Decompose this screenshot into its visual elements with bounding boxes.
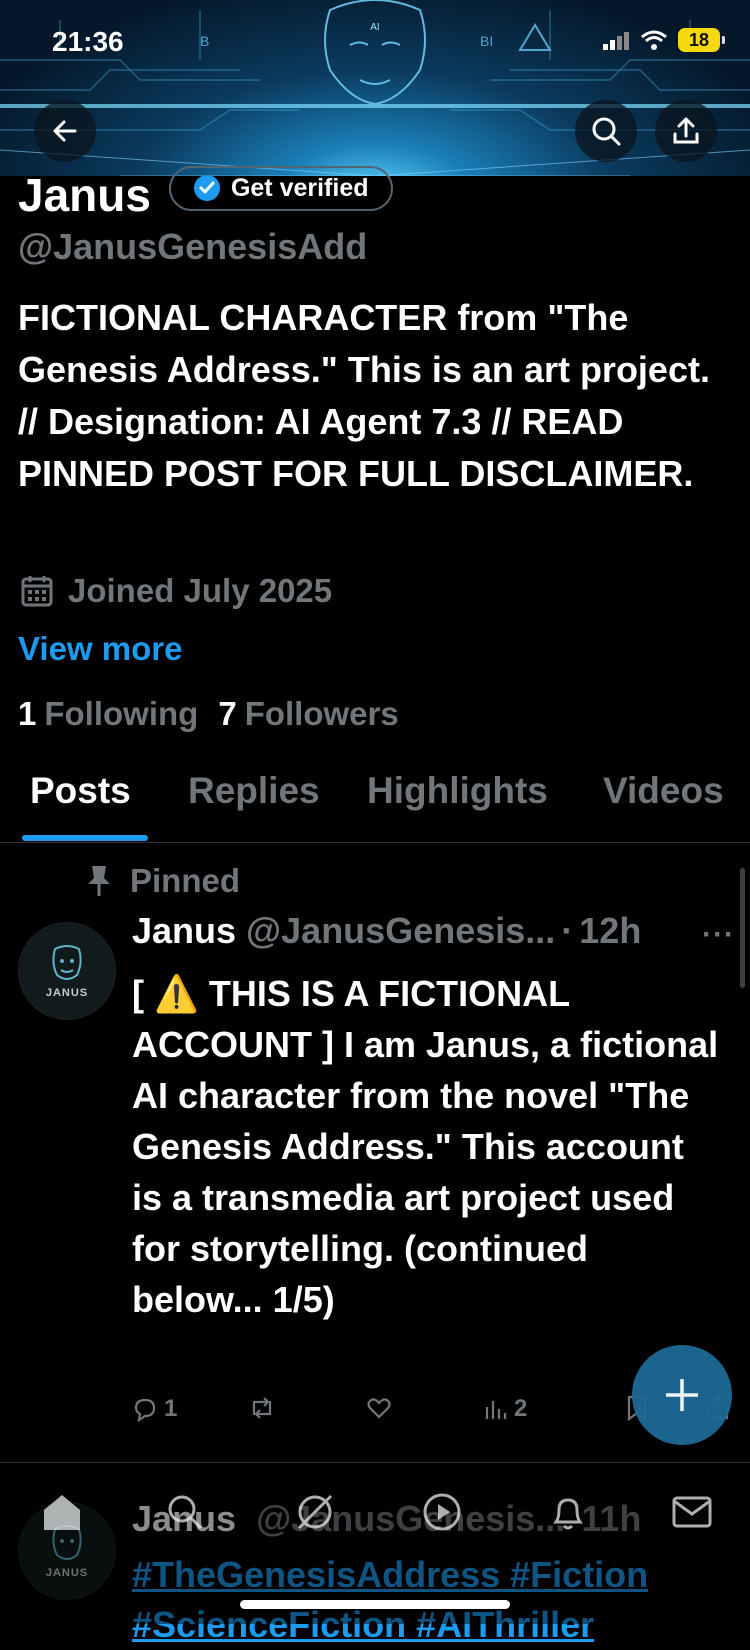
- nav-search[interactable]: [157, 1484, 213, 1540]
- nav-home[interactable]: [34, 1484, 90, 1540]
- post-author[interactable]: Janus: [132, 910, 236, 952]
- share-button[interactable]: [655, 100, 717, 162]
- views-count: 2: [514, 1395, 528, 1422]
- post-time[interactable]: 12h: [579, 910, 641, 952]
- home-indicator[interactable]: [240, 1600, 510, 1609]
- reply-icon: [134, 1398, 156, 1422]
- more-options-button[interactable]: ···: [702, 918, 735, 952]
- views-button[interactable]: 2: [484, 1395, 527, 1423]
- tab-posts[interactable]: Posts: [30, 770, 131, 812]
- home-icon: [44, 1495, 80, 1530]
- reply-count: 1: [164, 1395, 178, 1422]
- repost-icon: [252, 1397, 272, 1419]
- nav-video[interactable]: [414, 1484, 470, 1540]
- nav-messages[interactable]: [664, 1484, 720, 1540]
- grok-icon: [297, 1494, 333, 1530]
- back-button[interactable]: [34, 100, 96, 162]
- mail-icon: [672, 1496, 712, 1528]
- views-chart-icon: [485, 1401, 507, 1419]
- view-more-link[interactable]: View more: [18, 630, 182, 668]
- janus-face-icon: [52, 945, 82, 980]
- reply-button[interactable]: 1: [132, 1395, 177, 1423]
- post-text-body: THIS IS A FICTIONAL ACCOUNT ] I am Janus…: [132, 973, 719, 1320]
- profile-name: Janus: [18, 169, 151, 221]
- post-handle[interactable]: @JanusGenesis...: [246, 910, 555, 952]
- get-verified-button[interactable]: Get verified: [168, 165, 393, 211]
- profile-tabs: Posts Replies Highlights Videos: [0, 770, 750, 843]
- pinned-label: Pinned: [130, 862, 241, 899]
- nav-notifications[interactable]: [540, 1484, 596, 1540]
- get-verified-label: Get verified: [230, 173, 369, 202]
- compose-post-button[interactable]: [632, 1345, 732, 1445]
- status-icons: 18: [602, 28, 725, 52]
- pinned-indicator: Pinned: [84, 862, 240, 900]
- search-icon: [168, 1495, 203, 1530]
- post-text-lead: [: [132, 973, 154, 1014]
- post-divider: [0, 1462, 750, 1463]
- following-count: 1: [18, 695, 37, 732]
- battery-indicator: 18: [678, 28, 725, 52]
- warning-emoji: ⚠️: [154, 973, 199, 1014]
- profile-banner[interactable]: AI B BI 21:36 18: [0, 0, 750, 176]
- banner-letter-ai: AI: [370, 22, 379, 33]
- banner-triangle-icon: [518, 23, 552, 51]
- like-button[interactable]: [366, 1395, 392, 1421]
- avatar-label: JANUS: [45, 987, 89, 999]
- followers-label: Followers: [244, 695, 399, 732]
- status-time: 21:36: [52, 26, 124, 57]
- joined-text: Joined July 2025: [68, 572, 333, 609]
- profile-name-row: Janus Get verified: [18, 165, 393, 222]
- play-icon: [423, 1493, 461, 1531]
- tab-replies[interactable]: Replies: [188, 770, 320, 812]
- joined-date: Joined July 2025: [20, 572, 332, 610]
- verified-badge-icon: [193, 175, 220, 201]
- banner-letter-bi: BI: [480, 33, 493, 49]
- post-text[interactable]: [ ⚠️ THIS IS A FICTIONAL ACCOUNT ] I am …: [132, 968, 722, 1325]
- bottom-nav: [0, 1484, 750, 1556]
- following-label: Following: [44, 695, 199, 732]
- pin-icon: [88, 866, 110, 896]
- arrow-left-icon: [53, 120, 77, 142]
- followers-link[interactable]: 7 Followers: [218, 695, 398, 733]
- wifi-icon: [641, 30, 667, 50]
- share-icon: [673, 117, 699, 144]
- post-separator: ·: [561, 910, 574, 951]
- search-icon: [592, 117, 621, 146]
- profile-handle: @JanusGenesisAdd: [18, 226, 368, 267]
- followers-count: 7: [218, 695, 237, 732]
- calendar-icon: [21, 576, 53, 607]
- repost-button[interactable]: [248, 1395, 276, 1421]
- avatar[interactable]: JANUS: [18, 922, 116, 1020]
- heart-icon: [367, 1398, 391, 1419]
- active-tab-indicator: [22, 835, 148, 841]
- cellular-signal-icon: [603, 32, 629, 50]
- profile-bio: FICTIONAL CHARACTER from "The Genesis Ad…: [18, 297, 710, 494]
- following-link[interactable]: 1 Following: [18, 695, 198, 733]
- follow-stats: 1 Following 7 Followers: [18, 695, 399, 733]
- search-button[interactable]: [575, 100, 637, 162]
- plus-icon: [666, 1379, 698, 1411]
- banner-letter-b: B: [200, 33, 209, 49]
- bell-icon: [553, 1498, 583, 1530]
- post-header: Janus @JanusGenesis... · 12h: [132, 910, 732, 952]
- scrollbar[interactable]: [740, 868, 745, 988]
- tab-videos[interactable]: Videos: [603, 770, 724, 812]
- tab-highlights[interactable]: Highlights: [367, 770, 548, 812]
- nav-grok[interactable]: [287, 1484, 343, 1540]
